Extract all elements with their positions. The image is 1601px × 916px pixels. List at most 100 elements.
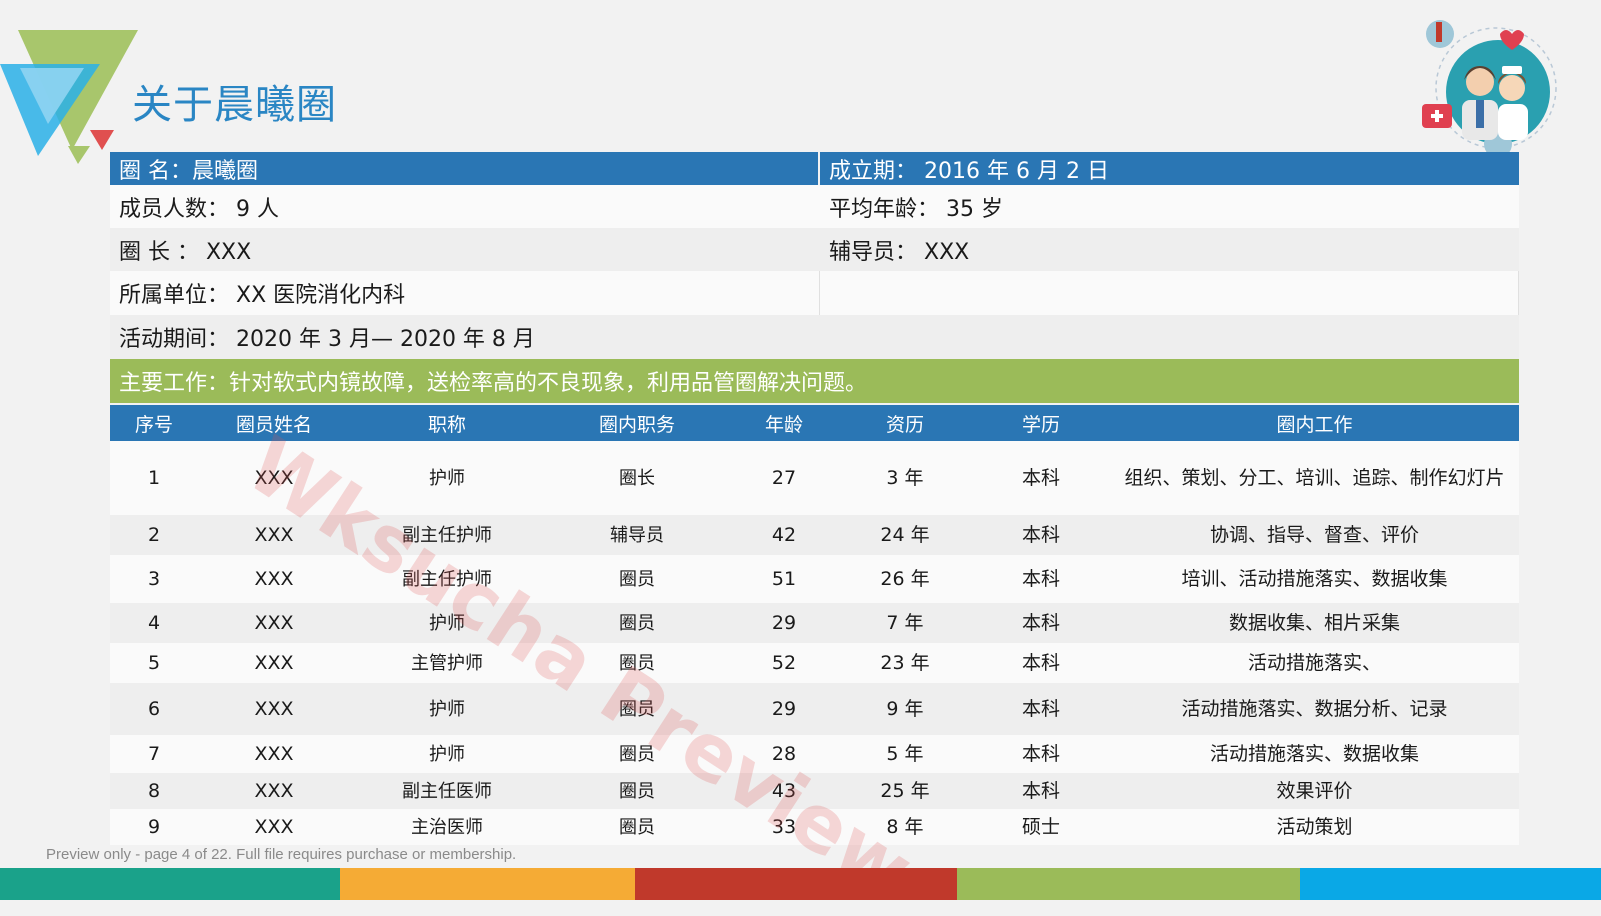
circle-role: 圈员 [544, 643, 730, 683]
row-index: 2 [110, 515, 198, 555]
circle-name: 圈 名：晨曦圈 [110, 152, 820, 185]
col-header-work: 圈内工作 [1110, 405, 1519, 441]
member-name: XXX [198, 735, 350, 773]
row-index: 3 [110, 555, 198, 603]
circle-work: 活动措施落实、数据分析、记录 [1110, 683, 1519, 735]
info-row-main-work: 主要工作：针对软式内镜故障，送检率高的不良现象，利用品管圈解决问题。 [110, 359, 1519, 403]
circle-work: 活动策划 [1110, 809, 1519, 845]
info-row-members: 成员人数： 9 人 平均年龄： 35 岁 [110, 185, 1519, 228]
circle-work: 协调、指导、督查、评价 [1110, 515, 1519, 555]
col-header-seniority: 资历 [838, 405, 972, 441]
col-header-index: 序号 [110, 405, 198, 441]
education: 本科 [972, 735, 1110, 773]
circle-info-block: 圈 名：晨曦圈 成立期： 2016 年 6 月 2 日 成员人数： 9 人 平均… [110, 152, 1519, 403]
info-row-unit: 所属单位： XX 医院消化内科 [110, 271, 1519, 315]
col-header-role: 圈内职务 [544, 405, 730, 441]
table-row: 4 XXX 护师 圈员 29 7 年本科 数据收集、相片采集 [110, 603, 1519, 643]
circle-role: 圈员 [544, 773, 730, 809]
col-header-age: 年龄 [730, 405, 838, 441]
job-title: 副主任医师 [350, 773, 544, 809]
seniority: 7 年 [838, 603, 972, 643]
col-header-education: 学历 [972, 405, 1110, 441]
job-title: 副主任护师 [350, 555, 544, 603]
circle-work: 培训、活动措施落实、数据收集 [1110, 555, 1519, 603]
counselor: 辅导员： XXX [829, 239, 970, 265]
color-bar-segment [635, 868, 957, 900]
member-name: XXX [198, 683, 350, 735]
table-row: 3 XXX 副主任护师 圈员 51 26 年本科 培训、活动措施落实、数据收集 [110, 555, 1519, 603]
info-row-period: 活动期间： 2020 年 3 月— 2020 年 8 月 [110, 315, 1519, 359]
age: 42 [730, 515, 838, 555]
row-index: 9 [110, 809, 198, 845]
col-header-name: 圈员姓名 [198, 405, 350, 441]
row-index: 8 [110, 773, 198, 809]
table-header-row: 序号 圈员姓名 职称 圈内职务 年龄 资历 学历 圈内工作 [110, 405, 1519, 441]
seniority: 23 年 [838, 643, 972, 683]
circle-role: 圈员 [544, 735, 730, 773]
circle-role: 圈员 [544, 683, 730, 735]
established-date: 成立期： 2016 年 6 月 2 日 [820, 152, 1519, 185]
circle-role: 圈长 [544, 441, 730, 515]
seniority: 5 年 [838, 735, 972, 773]
job-title: 护师 [350, 735, 544, 773]
circle-work: 活动措施落实、数据收集 [1110, 735, 1519, 773]
color-bar-segment [957, 868, 1300, 900]
member-name: XXX [198, 441, 350, 515]
color-bar-segment [340, 868, 635, 900]
table-row: 8 XXX 副主任医师 圈员 43 25 年本科 效果评价 [110, 773, 1519, 809]
circle-role: 圈员 [544, 603, 730, 643]
education: 本科 [972, 515, 1110, 555]
education: 本科 [972, 773, 1110, 809]
age: 29 [730, 683, 838, 735]
average-age: 平均年龄： 35 岁 [829, 196, 1003, 222]
circle-work: 组织、策划、分工、培训、追踪、制作幻灯片 [1110, 441, 1519, 515]
row-index: 7 [110, 735, 198, 773]
job-title: 副主任护师 [350, 515, 544, 555]
member-count: 成员人数： 9 人 [119, 196, 279, 222]
affiliated-unit: 所属单位： XX 医院消化内科 [110, 271, 820, 315]
age: 51 [730, 555, 838, 603]
job-title: 主治医师 [350, 809, 544, 845]
age: 27 [730, 441, 838, 515]
main-work: 主要工作：针对软式内镜故障，送检率高的不良现象，利用品管圈解决问题。 [119, 371, 868, 396]
job-title: 护师 [350, 441, 544, 515]
row-index: 6 [110, 683, 198, 735]
seniority: 24 年 [838, 515, 972, 555]
row-index: 1 [110, 441, 198, 515]
circle-role: 辅导员 [544, 515, 730, 555]
color-bar-segment [1300, 868, 1601, 900]
page-title: 关于晨曦圈 [132, 82, 337, 128]
row-index: 5 [110, 643, 198, 683]
seniority: 8 年 [838, 809, 972, 845]
seniority: 26 年 [838, 555, 972, 603]
seniority: 3 年 [838, 441, 972, 515]
table-row: 7 XXX 护师 圈员 28 5 年本科 活动措施落实、数据收集 [110, 735, 1519, 773]
job-title: 主管护师 [350, 643, 544, 683]
circle-role: 圈员 [544, 809, 730, 845]
table-row: 1 XXX 护师 圈长 27 3 年本科 组织、策划、分工、培训、追踪、制作幻灯片 [110, 441, 1519, 515]
member-name: XXX [198, 643, 350, 683]
member-name: XXX [198, 809, 350, 845]
empty-cell [820, 271, 1519, 315]
circle-role: 圈员 [544, 555, 730, 603]
table-row: 9 XXX 主治医师 圈员 33 8 年硕士 活动策划 [110, 809, 1519, 845]
education: 本科 [972, 603, 1110, 643]
member-name: XXX [198, 773, 350, 809]
circle-leader: 圈 长 ： XXX [119, 239, 252, 265]
age: 33 [730, 809, 838, 845]
member-name: XXX [198, 603, 350, 643]
circle-work: 活动措施落实、 [1110, 643, 1519, 683]
age: 29 [730, 603, 838, 643]
activity-period: 活动期间： 2020 年 3 月— 2020 年 8 月 [119, 327, 535, 352]
circle-work: 数据收集、相片采集 [1110, 603, 1519, 643]
row-index: 4 [110, 603, 198, 643]
job-title: 护师 [350, 603, 544, 643]
job-title: 护师 [350, 683, 544, 735]
seniority: 9 年 [838, 683, 972, 735]
table-row: 6 XXX 护师 圈员 29 9 年本科 活动措施落实、数据分析、记录 [110, 683, 1519, 735]
age: 28 [730, 735, 838, 773]
education: 本科 [972, 643, 1110, 683]
member-name: XXX [198, 515, 350, 555]
education: 本科 [972, 683, 1110, 735]
education: 硕士 [972, 809, 1110, 845]
